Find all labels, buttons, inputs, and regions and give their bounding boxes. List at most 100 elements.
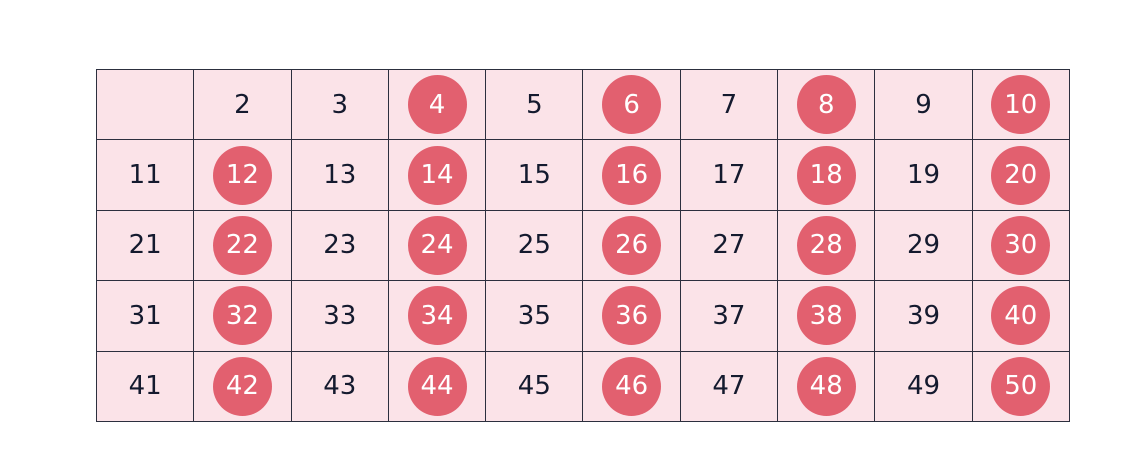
grid-number: 26 [615,230,649,261]
grid-number: 39 [906,300,941,331]
grid-cell: 45 [486,351,584,422]
highlight-circle: 26 [602,215,662,275]
grid-number: 17 [712,160,746,191]
highlight-circle: 22 [212,215,272,275]
grid-cell: 18 [778,140,876,211]
highlight-circle: 36 [602,286,662,346]
highlight-circle: 48 [796,356,856,416]
grid-number: 36 [615,300,649,331]
grid-cell: 4 [388,70,487,141]
grid-number: 46 [615,371,649,402]
grid-cell: 2 [194,70,292,141]
highlight-circle: 24 [407,215,467,275]
grid-cell: 15 [486,140,584,211]
grid-number: 21 [128,230,162,261]
grid-cell: 29 [875,210,973,282]
grid-cell: 42 [194,351,292,422]
grid-number: 9 [915,89,932,120]
grid-cell: 21 [97,210,195,282]
grid-cell: 31 [97,281,195,352]
grid-cell: 20 [972,140,1070,211]
highlight-circle: 16 [602,145,662,205]
hundred-chart-canvas: 2 3 4 5 6 7 8 9 10 11 12 13 14 15 16 17 18 19 20 21 22 23 24 25… [0,0,1128,474]
grid-number: 41 [128,371,162,402]
grid-cell: 33 [291,281,389,352]
grid-number: 28 [809,230,843,261]
grid-cell: 10 [972,70,1070,141]
grid-number: 2 [234,89,251,120]
grid-cell: 49 [875,351,973,422]
grid-number: 35 [517,300,551,331]
grid-cell: 25 [486,210,584,282]
highlight-circle: 8 [796,75,856,135]
grid-cell: 46 [583,351,681,422]
grid-number: 8 [817,89,835,120]
grid-cell: 35 [486,281,584,352]
highlight-circle: 34 [407,286,467,346]
highlight-circle: 46 [602,356,662,416]
grid-number: 14 [420,160,454,191]
grid-cell: 30 [972,210,1070,282]
grid-cell: 50 [972,351,1070,422]
grid-cell: 24 [388,210,487,282]
grid-number: 40 [1004,300,1038,331]
grid-cell: 36 [583,281,681,352]
grid-number: 10 [1004,89,1038,120]
highlight-circle: 32 [212,286,272,346]
grid-cell: 39 [875,281,973,352]
grid-number: 32 [225,300,259,331]
grid-cell: 38 [778,281,876,352]
grid-number: 22 [225,230,259,261]
grid-number: 47 [712,371,746,402]
grid-number: 50 [1004,371,1038,402]
grid-cell: 32 [194,281,292,352]
grid-cell: 5 [486,70,584,141]
grid-number: 31 [128,300,162,331]
grid-number: 34 [420,300,454,331]
grid-cell: 6 [583,70,681,141]
grid-number: 5 [526,89,543,120]
grid-number: 30 [1004,230,1038,261]
grid-number: 48 [809,371,843,402]
grid-cell: 3 [291,70,389,141]
grid-number: 23 [323,230,357,261]
grid-cell: 48 [778,351,876,422]
grid-number: 12 [225,160,259,191]
grid-cell: 17 [680,140,779,211]
highlight-circle: 20 [991,145,1051,205]
grid-cell: 7 [680,70,779,141]
highlight-circle: 50 [991,356,1051,416]
grid-number: 6 [623,89,640,120]
highlight-circle: 6 [602,75,662,135]
grid-number: 27 [712,230,746,261]
grid-cell: 13 [291,140,389,211]
highlight-circle: 14 [407,145,467,205]
grid-number: 38 [809,300,843,331]
grid-number: 44 [420,371,454,402]
grid-cell: 34 [388,281,487,352]
grid-cell: 47 [680,351,779,422]
grid-cell: 14 [388,140,487,211]
grid-number: 29 [906,230,941,261]
grid-number: 16 [615,160,649,191]
grid-number: 20 [1004,160,1038,191]
grid-number: 7 [720,89,738,120]
highlight-circle: 12 [212,145,272,205]
grid-number: 3 [331,89,349,120]
grid-number: 18 [809,160,843,191]
number-grid: 2 3 4 5 6 7 8 9 10 11 12 13 14 15 16 17 18 19 20 21 22 23 24 25… [96,69,1070,422]
grid-number: 4 [428,89,446,120]
highlight-circle: 18 [796,145,856,205]
highlight-circle: 4 [407,75,467,135]
grid-cell: 26 [583,210,681,282]
grid-cell: 37 [680,281,779,352]
highlight-circle: 28 [796,215,856,275]
grid-number: 19 [906,160,941,191]
grid-number: 13 [323,160,357,191]
grid-number: 37 [712,300,746,331]
highlight-circle: 10 [991,75,1051,135]
grid-number: 15 [517,160,551,191]
grid-number: 43 [323,371,357,402]
grid-cell: 16 [583,140,681,211]
grid-cell: 43 [291,351,389,422]
